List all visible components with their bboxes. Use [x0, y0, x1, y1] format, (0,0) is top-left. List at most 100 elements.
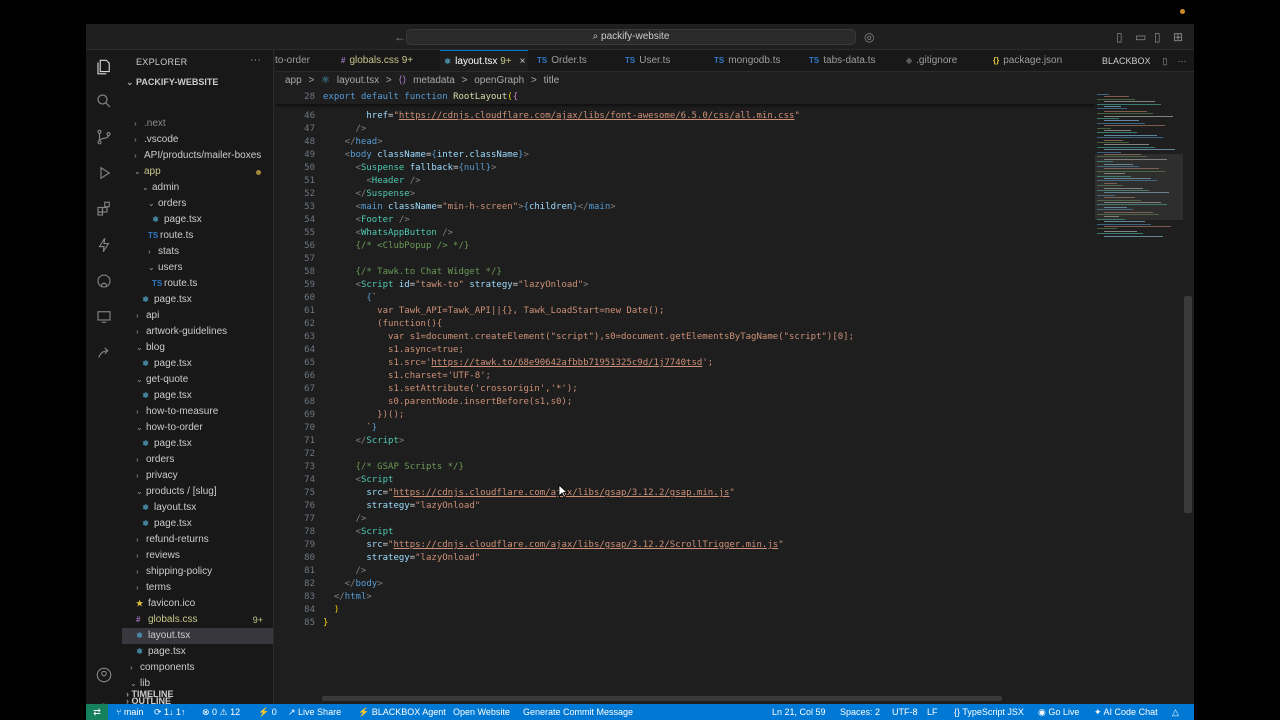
indentation[interactable]: Spaces: 2 [840, 704, 880, 720]
code-editor[interactable]: 28 export default function RootLayout({ … [275, 90, 1095, 696]
more-actions-icon[interactable]: ··· [1177, 56, 1186, 66]
language-mode[interactable]: {} TypeScript JSX [954, 704, 1024, 720]
open-website-button[interactable]: Open Website [453, 704, 510, 720]
tree-folder-terms[interactable]: › terms [122, 580, 273, 596]
tree-folder-artwork[interactable]: › artwork-guidelines [122, 324, 273, 340]
workspace-root[interactable]: ⌄ PACKIFY-WEBSITE [126, 77, 218, 88]
ports-count[interactable]: ⚡ 0 [258, 704, 277, 720]
tab-user-ts[interactable]: TS User.ts [621, 50, 706, 71]
ai-code-chat-button[interactable]: ✦ AI Code Chat [1094, 704, 1158, 720]
tree-folder-api-products[interactable]: › API/products/mailer-boxes [122, 148, 273, 164]
toggle-sidebar-icon[interactable]: ▯ [1116, 30, 1123, 44]
tab-package-json[interactable]: {} package.json [989, 50, 1084, 71]
tab-how-to-order[interactable]: to-order [275, 50, 331, 71]
tree-file[interactable]: ⚛ layout.tsx [122, 500, 273, 516]
close-tab-icon[interactable]: × [520, 56, 526, 67]
command-center-search[interactable]: ⌕ packify-website [406, 29, 856, 45]
tab-globals-css[interactable]: # globals.css 9+ [337, 50, 437, 71]
blackbox-agent-button[interactable]: ⚡ BLACKBOX Agent [358, 704, 446, 720]
breadcrumb-item[interactable]: app [285, 75, 302, 86]
encoding[interactable]: UTF-8 [892, 704, 918, 720]
generate-commit-button[interactable]: Generate Commit Message [523, 704, 633, 720]
back-arrow-icon[interactable]: ← [394, 30, 406, 44]
tree-file[interactable]: TS route.ts [122, 276, 273, 292]
more-actions-icon[interactable]: ··· [250, 54, 261, 66]
tree-folder-next[interactable]: › .next [122, 116, 273, 132]
tab-gitignore[interactable]: ◆ .gitignore [902, 50, 987, 71]
tree-folder-stats[interactable]: › stats [122, 244, 273, 260]
tree-file[interactable]: ⚛ page.tsx [122, 644, 273, 660]
breadcrumb-item[interactable]: layout.tsx [337, 75, 379, 86]
split-icon[interactable]: ▯ [1163, 56, 1168, 66]
copilot-icon[interactable]: ◎ [864, 30, 874, 44]
tab-layout-tsx[interactable]: ⚛ layout.tsx 9+ × [440, 50, 528, 71]
blackbox-panel-title[interactable]: BLACKBOX ▯ ··· [1098, 50, 1194, 71]
sticky-scroll[interactable]: 28 export default function RootLayout({ [275, 90, 1095, 104]
bell-icon[interactable]: △ [1172, 704, 1179, 720]
tree-folder-reviews[interactable]: › reviews [122, 548, 273, 564]
customize-layout-icon[interactable]: ⊞ [1173, 30, 1183, 44]
tree-file-globals[interactable]: # globals.css 9+ [122, 612, 273, 628]
tree-file[interactable]: ⚛ page.tsx [122, 356, 273, 372]
tab-tabs-data-ts[interactable]: TS tabs-data.ts [805, 50, 897, 71]
settings-gear-icon[interactable] [86, 695, 122, 704]
breadcrumb-item[interactable]: title [544, 75, 560, 86]
tree-folder-orders[interactable]: › orders [122, 452, 273, 468]
remote-explorer-icon[interactable] [86, 302, 122, 332]
vertical-scrollbar[interactable] [1184, 296, 1192, 513]
go-live-button[interactable]: ◉ Go Live [1038, 704, 1079, 720]
tree-folder-privacy[interactable]: › privacy [122, 468, 273, 484]
branch-indicator[interactable]: ⑂ main [116, 704, 143, 720]
minimap-line [1097, 228, 1117, 230]
source-control-icon[interactable] [86, 122, 122, 152]
tree-folder-api[interactable]: › api [122, 308, 273, 324]
tree-folder-how-to-order[interactable]: ⌄ how-to-order [122, 420, 273, 436]
line-endings[interactable]: LF [927, 704, 938, 720]
tree-folder-orders[interactable]: ⌄ orders [122, 196, 273, 212]
tree-folder-users[interactable]: ⌄ users [122, 260, 273, 276]
tree-folder-components[interactable]: › components [122, 660, 273, 676]
tree-file[interactable]: TS route.ts [122, 228, 273, 244]
horizontal-scrollbar[interactable] [322, 696, 1002, 701]
live-share-icon[interactable] [86, 338, 122, 368]
account-icon[interactable] [86, 660, 122, 690]
sync-status[interactable]: ⟳ 1↓ 1↑ [154, 704, 186, 720]
run-debug-icon[interactable] [86, 158, 122, 188]
tree-folder-get-quote[interactable]: ⌄ get-quote [122, 372, 273, 388]
tab-order-ts[interactable]: TS Order.ts [533, 50, 618, 71]
breadcrumb-item[interactable]: openGraph [474, 75, 524, 86]
cursor-position[interactable]: Ln 21, Col 59 [772, 704, 826, 720]
tree-folder-blog[interactable]: ⌄ blog [122, 340, 273, 356]
remote-indicator[interactable]: ⇄ [86, 704, 108, 720]
tree-file-layout-selected[interactable]: ⚛ layout.tsx [122, 628, 273, 644]
tree-folder-how-to-measure[interactable]: › how-to-measure [122, 404, 273, 420]
line-number: 62 [304, 319, 315, 329]
react-file-icon: ⚛ [321, 75, 331, 86]
tree-file[interactable]: ⚛ page.tsx [122, 516, 273, 532]
tab-mongodb-ts[interactable]: TS mongodb.ts [710, 50, 802, 71]
tree-file[interactable]: ⚛ page.tsx [122, 292, 273, 308]
tree-folder-app[interactable]: ⌄ app [122, 164, 273, 180]
extensions-icon[interactable] [86, 194, 122, 224]
timeline-section[interactable]: › TIMELINE [126, 689, 174, 699]
live-share-button[interactable]: ↗ Live Share [288, 704, 341, 720]
breadcrumb-item[interactable]: metadata [413, 75, 455, 86]
github-icon[interactable] [86, 266, 122, 296]
lightning-icon[interactable] [86, 230, 122, 260]
tree-folder-vscode[interactable]: › .vscode [122, 132, 273, 148]
breadcrumb-sep: > [385, 75, 392, 86]
explorer-icon[interactable] [86, 52, 122, 82]
problems-count[interactable]: ⊗ 0 ⚠ 12 [202, 704, 240, 720]
toggle-secondary-sidebar-icon[interactable]: ▯ [1154, 30, 1161, 44]
tree-file[interactable]: ⚛ page.tsx [122, 436, 273, 452]
tree-folder-shipping[interactable]: › shipping-policy [122, 564, 273, 580]
tree-folder-refund[interactable]: › refund-returns [122, 532, 273, 548]
tree-file[interactable]: ⚛ page.tsx [122, 388, 273, 404]
tree-folder-admin[interactable]: ⌄ admin [122, 180, 273, 196]
search-icon[interactable] [86, 86, 122, 116]
tree-file[interactable]: ⚛ page.tsx [122, 212, 273, 228]
tree-file[interactable]: ★ favicon.ico [122, 596, 273, 612]
toggle-panel-icon[interactable]: ▭ [1135, 30, 1146, 44]
tree-folder-products-slug[interactable]: ⌄ products / [slug] [122, 484, 273, 500]
minimap-slider[interactable] [1095, 154, 1183, 220]
